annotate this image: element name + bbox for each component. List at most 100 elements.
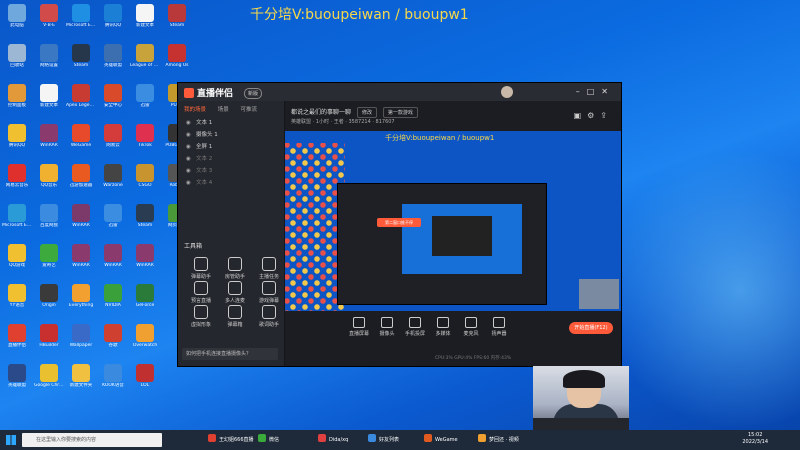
taskbar-app[interactable]: 微信	[258, 433, 279, 447]
taskbar-app[interactable]: 王幻姐666直播	[208, 433, 254, 447]
desktop-icon[interactable]: 英雄联盟	[98, 44, 128, 78]
toolbar-button[interactable]: 扬声器	[485, 317, 513, 337]
desktop-icon[interactable]: Microsoft Edge	[66, 4, 96, 38]
desktop-icon[interactable]: 网易云	[98, 124, 128, 158]
window-controls[interactable]: –□✕	[576, 87, 615, 96]
taskbar-app[interactable]: WeGame	[424, 433, 458, 447]
desktop-icon[interactable]: 腾讯QQ	[98, 4, 128, 38]
desktop-icon[interactable]: 直播伴侣	[2, 324, 32, 358]
desktop-icon[interactable]: Overwatch	[130, 324, 160, 358]
toolbar-button[interactable]: 直播屏幕	[345, 317, 373, 337]
visibility-eye-icon[interactable]: ◉	[186, 117, 192, 129]
scene-item[interactable]: ◉ 全屏 1	[178, 141, 284, 153]
visibility-eye-icon[interactable]: ◉	[186, 165, 192, 177]
desktop-icon[interactable]: Google Chrome	[34, 364, 64, 398]
share-icon[interactable]: ⇪	[600, 111, 613, 120]
desktop-icon[interactable]: WinRAR	[66, 204, 96, 238]
desktop-icon[interactable]: YY语音	[2, 284, 32, 318]
desktop-icon[interactable]: 百度网盘	[34, 204, 64, 238]
desktop-icon[interactable]: 腾讯QQ	[2, 124, 32, 158]
desktop-icon[interactable]: HBuilder	[34, 324, 64, 358]
desktop-icon[interactable]: WinRAR	[98, 244, 128, 278]
desktop-icon[interactable]: Steam	[66, 44, 96, 78]
visibility-eye-icon[interactable]: ◉	[186, 141, 192, 153]
windows-start-icon[interactable]	[6, 435, 16, 445]
scene-item[interactable]: ◉ 文本 2	[178, 153, 284, 165]
desktop-icon[interactable]: 安全中心	[98, 84, 128, 118]
desktop-icon[interactable]: Origin	[34, 284, 64, 318]
desktop-icon[interactable]: WeGame	[66, 124, 96, 158]
tool-button[interactable]: 预言直播	[186, 281, 216, 304]
desktop-icon[interactable]: 英雄联盟	[2, 364, 32, 398]
go-live-button[interactable]: 开始直播(F12)	[569, 322, 613, 334]
desktop-icon[interactable]: QQ游戏	[2, 244, 32, 278]
desktop-icon[interactable]: 迅雷	[130, 84, 160, 118]
tool-button[interactable]: 歌词助手	[254, 305, 284, 328]
desktop-icon[interactable]: WinRAR	[130, 244, 160, 278]
tool-button[interactable]: 多人连麦	[220, 281, 250, 304]
tool-button[interactable]: 虚拟形象	[186, 305, 216, 328]
tool-button[interactable]: 主播任务	[254, 257, 284, 280]
desktop-icon[interactable]: Apex Legends	[66, 84, 96, 118]
maximize-icon[interactable]: □	[587, 87, 602, 96]
desktop-icon[interactable]: 回收站	[2, 44, 32, 78]
desktop-icon[interactable]: 新建文件夹	[66, 364, 96, 398]
toolbar-button[interactable]: 麦克风	[457, 317, 485, 337]
desktop-icon[interactable]: NVIDIA	[98, 284, 128, 318]
gift-icon[interactable]: ▣	[574, 111, 588, 120]
scene-item[interactable]: ◉ 摄像头 1	[178, 129, 284, 141]
tool-button[interactable]: 房管助手	[220, 257, 250, 280]
desktop-icon[interactable]: QQ音乐	[34, 164, 64, 198]
desktop-icon[interactable]: Wallpaper	[66, 324, 96, 358]
top-actions[interactable]: ▣⚙⇪	[574, 111, 613, 120]
desktop-icon[interactable]: GeForce	[130, 284, 160, 318]
taskbar-app[interactable]: 好友列表	[368, 433, 399, 447]
desktop-icon[interactable]: 网易云音乐	[2, 164, 32, 198]
desktop-icon[interactable]: 网络设置	[34, 44, 64, 78]
tool-button[interactable]: 弹幕箱	[220, 305, 250, 328]
desktop-icon[interactable]: 爱奇艺	[34, 244, 64, 278]
taskbar-app[interactable]: 梦回还 · 视频	[478, 433, 519, 447]
toolbar-button[interactable]: 摄像头	[373, 317, 401, 337]
desktop-icon[interactable]: Everything	[66, 284, 96, 318]
desktop-icon[interactable]: WinRAR	[34, 124, 64, 158]
desktop-icon[interactable]: V·B·E	[34, 4, 64, 38]
desktop-icon[interactable]: 新建文本	[34, 84, 64, 118]
desktop-icon[interactable]: TikTok	[130, 124, 160, 158]
stream-preview[interactable]: 千分培V:buoupeiwan / buoupw1 第二窗口推不停	[285, 131, 621, 311]
desktop-icon[interactable]: 迅雷	[98, 204, 128, 238]
visibility-eye-icon[interactable]: ◉	[186, 129, 192, 141]
edit-title-button[interactable]: 修改	[356, 107, 377, 118]
tab-scenes[interactable]: 场景	[218, 107, 229, 113]
tool-button[interactable]: 游戏弹幕	[254, 281, 284, 304]
desktop-icon[interactable]: Among Us	[162, 44, 192, 78]
desktop-icon[interactable]: 控制面板	[2, 84, 32, 118]
user-avatar[interactable]	[501, 86, 513, 98]
desktop-icon[interactable]: Warzone	[98, 164, 128, 198]
desktop-icon[interactable]: 此电脑	[2, 4, 32, 38]
visibility-eye-icon[interactable]: ◉	[186, 177, 192, 189]
tab-streamable[interactable]: 可推流	[241, 107, 258, 113]
desktop-icon[interactable]: 新建文本	[130, 4, 160, 38]
category-button[interactable]: 第一款游戏	[382, 107, 418, 118]
desktop-icon[interactable]: Steam	[162, 4, 192, 38]
settings-icon[interactable]: ⚙	[587, 111, 600, 120]
close-icon[interactable]: ✕	[601, 87, 615, 96]
desktop-icon[interactable]: LOL	[130, 364, 160, 398]
desktop-icon[interactable]: KOOK语音	[98, 364, 128, 398]
scene-item[interactable]: ◉ 文本 1	[178, 117, 284, 129]
taskbar-search-input[interactable]: 在这里输入你要搜索的内容	[22, 433, 162, 447]
system-clock[interactable]: 15:02 2022/3/14	[742, 432, 768, 446]
toolbar-button[interactable]: 手机投屏	[401, 317, 429, 337]
help-tip[interactable]: 如何把手机连接直播摄像头？	[182, 348, 278, 360]
version-badge[interactable]: 新版	[244, 88, 263, 99]
desktop-icon[interactable]: 迅游加速器	[66, 164, 96, 198]
visibility-eye-icon[interactable]: ◉	[186, 153, 192, 165]
minimize-icon[interactable]: –	[576, 87, 587, 96]
tool-button[interactable]: 弹幕助手	[186, 257, 216, 280]
desktop-icon[interactable]: CSGO	[130, 164, 160, 198]
desktop-icon[interactable]: 谷歌	[98, 324, 128, 358]
desktop-icon[interactable]: League of Legends	[130, 44, 160, 78]
desktop-icon[interactable]: Microsoft Edge	[2, 204, 32, 238]
toolbar-button[interactable]: 多媒体	[429, 317, 457, 337]
